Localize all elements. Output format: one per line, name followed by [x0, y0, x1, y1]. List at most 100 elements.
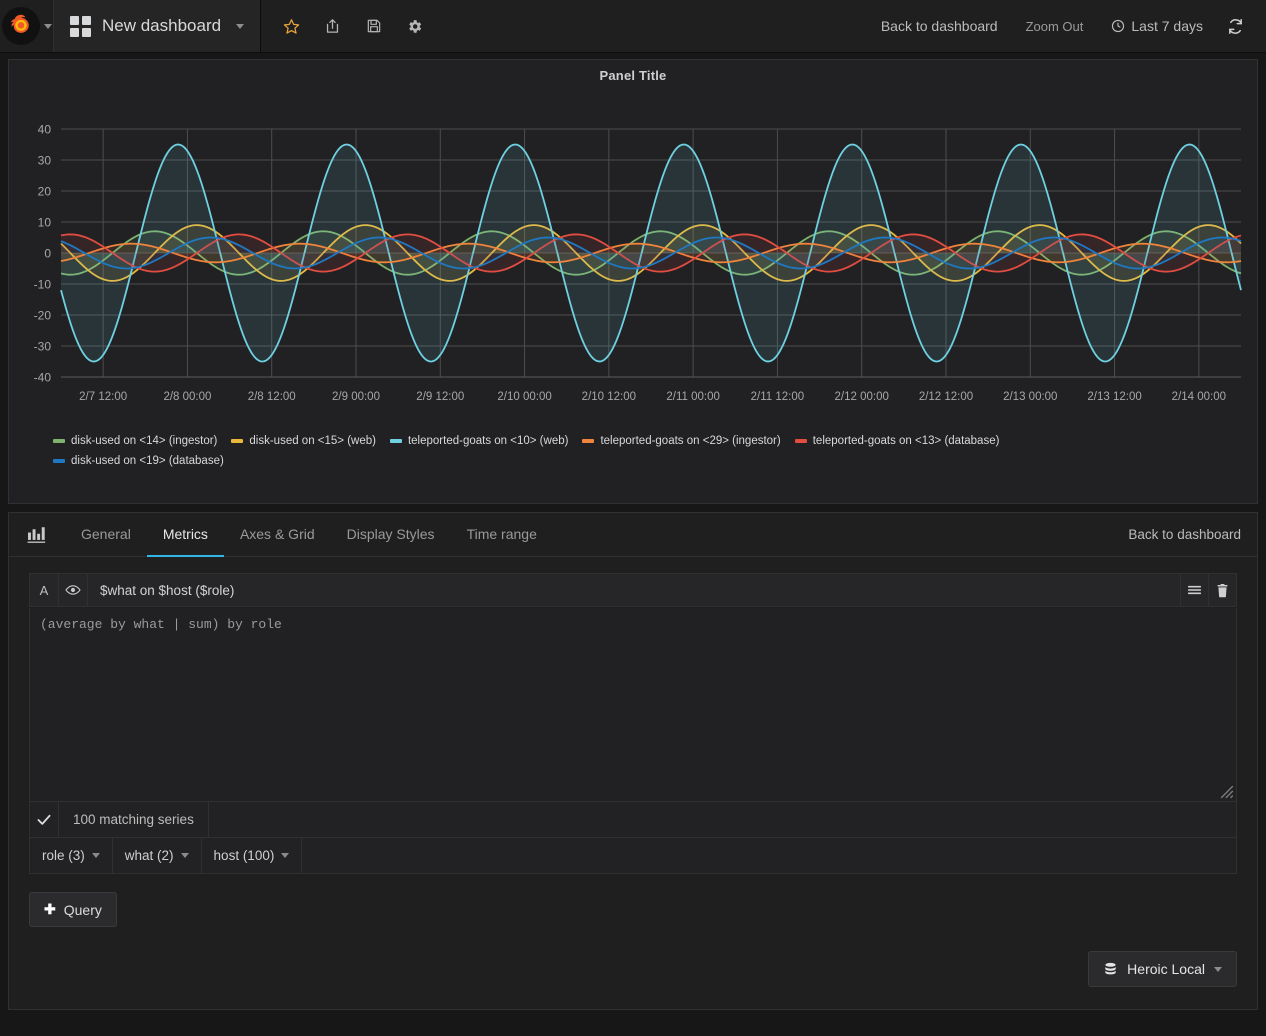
grid-icon	[70, 15, 91, 37]
x-axis-tick: 2/9 00:00	[332, 391, 380, 403]
legend-item[interactable]: teleported-goats on <29> (ingestor)	[582, 433, 781, 449]
legend-color-swatch	[53, 459, 65, 463]
y-axis-tick: -40	[34, 371, 52, 385]
legend-color-swatch	[389, 439, 402, 443]
graph-legend: disk-used on <14> (ingestor) disk-used on…	[9, 427, 1257, 471]
save-icon[interactable]	[353, 0, 394, 53]
tab-axes-grid[interactable]: Axes & Grid	[224, 513, 331, 557]
legend-label: teleported-goats on <13> (database)	[812, 435, 1000, 447]
chevron-down-icon	[91, 853, 100, 858]
zoom-out-button[interactable]: Zoom Out	[1012, 0, 1098, 53]
tab-metrics[interactable]: Metrics	[146, 513, 224, 557]
x-axis-tick: 2/12 00:00	[835, 391, 889, 403]
tag-filter-label: role (3)	[42, 848, 85, 863]
legend-label: disk-used on <19> (database)	[71, 455, 224, 467]
y-axis-tick: 10	[38, 216, 52, 230]
plus-icon: ✚	[44, 901, 56, 917]
resize-handle[interactable]	[1220, 785, 1234, 799]
tag-filter-role[interactable]: role (3)	[30, 838, 113, 873]
tag-filter-host[interactable]: host (100)	[202, 838, 303, 873]
chevron-down-icon	[281, 853, 290, 858]
query-alias-input[interactable]: $what on $host ($role)	[88, 574, 1180, 606]
graph-panel: Panel Title 40 30 20 10 0 -10 -20 -30 -40 2/7 12:…	[8, 59, 1258, 504]
tag-row-filler	[302, 838, 1236, 873]
time-range-label: Last 7 days	[1131, 18, 1203, 34]
eye-icon[interactable]	[59, 574, 88, 606]
back-to-dashboard-link-editor[interactable]: Back to dashboard	[1112, 513, 1257, 556]
dashboard-picker[interactable]: New dashboard	[54, 0, 262, 52]
database-icon	[1105, 962, 1116, 974]
nav-right-actions: Back to dashboard Zoom Out Last 7 days	[867, 0, 1266, 52]
tabs-spacer	[553, 513, 1113, 556]
tab-general[interactable]: General	[65, 513, 147, 557]
bar-chart-icon[interactable]	[9, 513, 65, 556]
tag-filter-what[interactable]: what (2)	[113, 838, 202, 873]
editor-content: A $what on $host ($role) (average by wha…	[9, 557, 1257, 1009]
refresh-button[interactable]	[1217, 0, 1260, 53]
y-axis-tick: 30	[38, 154, 52, 168]
datasource-label: Heroic Local	[1127, 961, 1205, 977]
legend-color-swatch	[794, 439, 807, 443]
tab-time-range[interactable]: Time range	[451, 513, 553, 557]
tag-filter-label: what (2)	[124, 848, 174, 863]
legend-row: disk-used on <19> (database)	[53, 451, 1257, 471]
legend-row: disk-used on <14> (ingestor) disk-used on…	[53, 431, 1257, 451]
panel-editor: General Metrics Axes & Grid Display Styles T…	[8, 512, 1258, 1010]
query-expression-input[interactable]: (average by what | sum) by role	[29, 608, 1237, 802]
y-axis-tick: -10	[34, 278, 52, 292]
legend-label: disk-used on <15> (web)	[249, 435, 376, 447]
editor-tab-bar: General Metrics Axes & Grid Display Styles T…	[9, 513, 1257, 557]
add-query-label: Query	[63, 901, 102, 918]
legend-label: teleported-goats on <10> (web)	[407, 435, 569, 447]
nav-actions	[261, 0, 435, 52]
grafana-logo-icon	[1, 7, 40, 45]
x-axis-tick: 2/14 00:00	[1172, 391, 1226, 403]
hamburger-icon[interactable]	[1180, 574, 1208, 606]
legend-item[interactable]: disk-used on <14> (ingestor)	[53, 433, 217, 449]
x-axis-tick: 2/10 12:00	[582, 391, 636, 403]
x-axis-tick: 2/8 12:00	[248, 391, 296, 403]
trash-icon[interactable]	[1208, 574, 1236, 606]
x-axis-tick: 2/11 00:00	[666, 391, 720, 403]
y-axis-tick: 20	[38, 185, 52, 199]
star-icon[interactable]	[271, 0, 312, 53]
gear-icon[interactable]	[394, 0, 435, 53]
check-icon[interactable]	[30, 802, 59, 837]
x-axis-tick: 2/13 12:00	[1087, 391, 1141, 403]
x-axis-tick: 2/10 00:00	[497, 391, 551, 403]
back-to-dashboard-link-top[interactable]: Back to dashboard	[867, 0, 1012, 53]
panel-title: Panel Title	[599, 68, 667, 83]
legend-color-swatch	[53, 439, 65, 443]
dashboard-title: New dashboard	[102, 16, 222, 35]
legend-color-swatch	[582, 439, 595, 443]
x-axis-tick: 2/8 00:00	[163, 391, 211, 403]
x-axis-tick: 2/13 00:00	[1003, 391, 1057, 403]
logo-menu-button[interactable]	[0, 0, 53, 52]
query-header-row: A $what on $host ($role)	[29, 573, 1237, 607]
y-axis-tick: 0	[44, 247, 51, 261]
x-axis-tick: 2/9 12:00	[416, 391, 464, 403]
legend-item[interactable]: disk-used on <19> (database)	[53, 453, 224, 469]
query-ref-id[interactable]: A	[30, 574, 59, 606]
refresh-icon	[1229, 18, 1242, 34]
chevron-down-icon	[236, 23, 245, 29]
tab-display-styles[interactable]: Display Styles	[331, 513, 451, 557]
share-icon[interactable]	[312, 0, 353, 53]
legend-item[interactable]: teleported-goats on <13> (database)	[794, 433, 1000, 449]
x-axis-tick: 2/12 12:00	[919, 391, 973, 403]
x-axis-tick: 2/11 12:00	[751, 391, 805, 403]
graph-plot-area[interactable]: 40 30 20 10 0 -10 -20 -30 -40 2/7 12:00 2/8 00:00 2…	[9, 87, 1257, 427]
add-query-button[interactable]: ✚ Query	[29, 892, 117, 927]
datasource-picker[interactable]: Heroic Local	[1088, 951, 1237, 987]
tag-filter-row: role (3) what (2) host (100)	[29, 838, 1237, 874]
matching-series-row: 100 matching series	[29, 802, 1237, 838]
x-axis-tick: 2/7 12:00	[79, 391, 127, 403]
chevron-down-icon	[180, 853, 189, 858]
chevron-down-icon	[43, 23, 52, 29]
legend-item[interactable]: teleported-goats on <10> (web)	[389, 433, 569, 449]
tag-filter-label: host (100)	[213, 848, 275, 863]
y-axis-tick: -30	[34, 340, 52, 354]
time-range-picker[interactable]: Last 7 days	[1097, 0, 1217, 53]
top-navbar: New dashboard Back to dashboard Zoom Out…	[0, 0, 1266, 53]
legend-item[interactable]: disk-used on <15> (web)	[231, 433, 376, 449]
